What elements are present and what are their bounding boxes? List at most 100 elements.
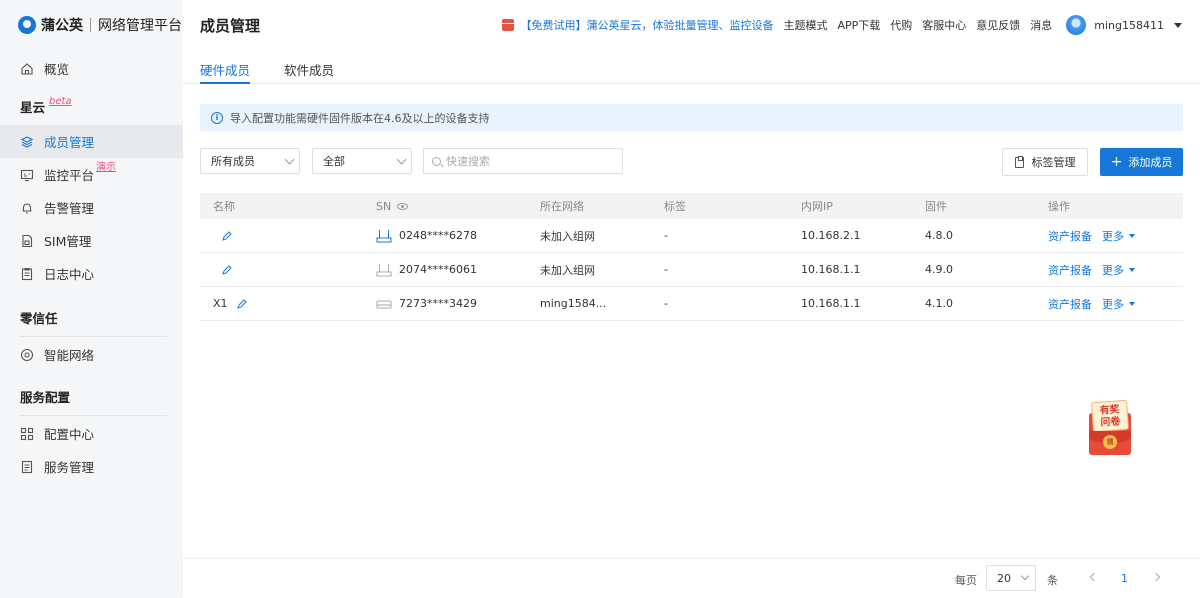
section-divider bbox=[20, 415, 167, 416]
sidebar-item-service-mgmt[interactable]: 服务管理 bbox=[0, 450, 183, 483]
caret-down-icon bbox=[1129, 301, 1135, 306]
tab-software-members[interactable]: 软件成员 bbox=[284, 50, 334, 83]
table-header: 名称 SN 所在网络 标签 内网IP 固件 操作 bbox=[200, 193, 1183, 219]
cell-actions: 资产报备 更多 bbox=[1048, 296, 1183, 312]
add-member-button[interactable]: + 添加成员 bbox=[1100, 148, 1183, 176]
cell-ip: 10.168.2.1 bbox=[801, 229, 861, 242]
brand-divider bbox=[90, 18, 91, 32]
user-menu-caret-icon[interactable] bbox=[1174, 22, 1182, 28]
prize-survey-float[interactable]: 有奖 问卷 领 bbox=[1082, 399, 1136, 457]
sidebar-item-monitor[interactable]: 监控平台 演示 bbox=[0, 158, 183, 191]
app-download-link[interactable]: APP下载 bbox=[837, 17, 880, 33]
brand-logo[interactable]: 蒲公英 网络管理平台 bbox=[0, 0, 183, 50]
sidebar-item-logs[interactable]: 日志中心 bbox=[0, 257, 183, 290]
members-table: 名称 SN 所在网络 标签 内网IP 固件 操作 0248****6278 未加… bbox=[200, 193, 1183, 321]
tab-hardware-members[interactable]: 硬件成员 bbox=[200, 50, 251, 84]
messages-link[interactable]: 消息 bbox=[1030, 17, 1052, 33]
cell-sn: 2074****6061 bbox=[376, 263, 540, 277]
cell-actions: 资产报备 更多 bbox=[1048, 262, 1183, 278]
chevron-down-icon bbox=[396, 154, 407, 165]
header-firmware: 固件 bbox=[925, 200, 947, 213]
survey-card: 有奖 问卷 bbox=[1090, 399, 1130, 433]
avatar[interactable] bbox=[1066, 15, 1087, 35]
sidebar-item-label: 智能网络 bbox=[44, 348, 95, 363]
top-header: 成员管理 【免费试用】蒲公英星云，体验批量管理、监控设备 主题模式 APP下载 … bbox=[183, 0, 1200, 50]
search-input[interactable] bbox=[446, 154, 606, 168]
caret-down-icon bbox=[1129, 267, 1135, 272]
header-ip: 内网IP bbox=[801, 200, 833, 213]
feedback-link[interactable]: 意见反馈 bbox=[976, 17, 1020, 33]
free-trial-link[interactable]: 【免费试用】蒲公英星云，体验批量管理、监控设备 bbox=[520, 17, 773, 33]
edit-pencil-icon[interactable] bbox=[221, 264, 233, 276]
info-notice: i 导入配置功能需硬件固件版本在4.6及以上的设备支持 bbox=[200, 104, 1183, 131]
cell-ip: 10.168.1.1 bbox=[801, 297, 861, 310]
theme-mode-link[interactable]: 主题模式 bbox=[783, 17, 827, 33]
header-sn: SN bbox=[376, 200, 540, 213]
header-actions: 操作 bbox=[1048, 200, 1070, 213]
monitor-icon bbox=[20, 168, 34, 182]
edit-pencil-icon[interactable] bbox=[221, 230, 233, 242]
sidebar-item-sim[interactable]: SIM管理 bbox=[0, 224, 183, 257]
more-dropdown[interactable]: 更多 bbox=[1102, 262, 1135, 278]
cell-name bbox=[200, 230, 376, 242]
plus-icon: + bbox=[1110, 154, 1123, 170]
edit-pencil-icon[interactable] bbox=[236, 298, 248, 310]
demo-badge: 演示 bbox=[96, 162, 117, 173]
sidebar-item-alerts[interactable]: 告警管理 bbox=[0, 191, 183, 224]
cell-ip: 10.168.1.1 bbox=[801, 263, 861, 276]
current-page[interactable]: 1 bbox=[1121, 572, 1128, 585]
page-title: 成员管理 bbox=[200, 16, 261, 35]
chevron-down-icon bbox=[284, 154, 295, 165]
cell-sn: 0248****6278 bbox=[376, 229, 540, 243]
cell-tag: - bbox=[664, 229, 668, 242]
asset-report-link[interactable]: 资产报备 bbox=[1048, 296, 1092, 312]
table-row: 0248****6278 未加入组网 - 10.168.2.1 4.8.0 资产… bbox=[200, 219, 1183, 253]
next-page-icon[interactable] bbox=[1151, 572, 1161, 582]
bell-icon bbox=[20, 201, 34, 215]
cell-tag: - bbox=[664, 263, 668, 276]
username[interactable]: ming158411 bbox=[1094, 19, 1164, 32]
home-icon bbox=[20, 62, 34, 76]
dandelion-logo-icon bbox=[18, 16, 36, 34]
device-box-icon bbox=[376, 297, 392, 311]
cell-firmware: 4.9.0 bbox=[925, 263, 953, 276]
cell-network: 未加入组网 bbox=[540, 263, 595, 277]
table-row: X1 7273****3429 ming1584... - 10.168.1.1… bbox=[200, 287, 1183, 321]
support-center-link[interactable]: 客服中心 bbox=[922, 17, 966, 33]
sidebar: 蒲公英 网络管理平台 概览 星云 beta 成员管理 监控平台 演示 告警管理 bbox=[0, 0, 183, 598]
sidebar-item-label: 概览 bbox=[44, 62, 70, 77]
sidebar-item-smart-network[interactable]: 智能网络 bbox=[0, 338, 183, 371]
beta-badge: beta bbox=[49, 96, 72, 107]
sidebar-item-overview[interactable]: 概览 bbox=[0, 52, 183, 85]
sidebar-item-members[interactable]: 成员管理 bbox=[0, 125, 183, 158]
sidebar-item-label: SIM管理 bbox=[44, 234, 92, 249]
page-size-select[interactable]: 20 bbox=[986, 565, 1036, 591]
router-icon bbox=[376, 263, 392, 277]
asset-report-link[interactable]: 资产报备 bbox=[1048, 262, 1092, 278]
table-row: 2074****6061 未加入组网 - 10.168.1.1 4.9.0 资产… bbox=[200, 253, 1183, 287]
sidebar-item-label: 服务管理 bbox=[44, 460, 95, 475]
member-type-select[interactable]: 所有成员 bbox=[200, 148, 300, 174]
tag-management-button[interactable]: 标签管理 bbox=[1002, 148, 1088, 176]
clipboard-icon bbox=[20, 267, 34, 281]
header-tag: 标签 bbox=[664, 200, 686, 213]
more-dropdown[interactable]: 更多 bbox=[1102, 228, 1135, 244]
header-name: 名称 bbox=[213, 200, 235, 213]
cell-network: 未加入组网 bbox=[540, 229, 595, 243]
status-select[interactable]: 全部 bbox=[312, 148, 412, 174]
sim-card-icon bbox=[20, 234, 34, 248]
more-dropdown[interactable]: 更多 bbox=[1102, 296, 1135, 312]
cell-actions: 资产报备 更多 bbox=[1048, 228, 1183, 244]
layers-icon bbox=[20, 135, 34, 149]
per-page-unit: 条 bbox=[1047, 574, 1058, 587]
asset-report-link[interactable]: 资产报备 bbox=[1048, 228, 1092, 244]
per-page-label: 每页 bbox=[955, 574, 977, 587]
prev-page-icon[interactable] bbox=[1089, 572, 1099, 582]
notice-text: 导入配置功能需硬件固件版本在4.6及以上的设备支持 bbox=[230, 111, 490, 125]
coin-icon: 领 bbox=[1103, 435, 1117, 449]
document-list-icon bbox=[20, 460, 34, 474]
eye-icon[interactable] bbox=[397, 202, 409, 210]
purchase-link[interactable]: 代购 bbox=[890, 17, 912, 33]
search-icon bbox=[432, 156, 441, 166]
sidebar-item-config-center[interactable]: 配置中心 bbox=[0, 417, 183, 450]
